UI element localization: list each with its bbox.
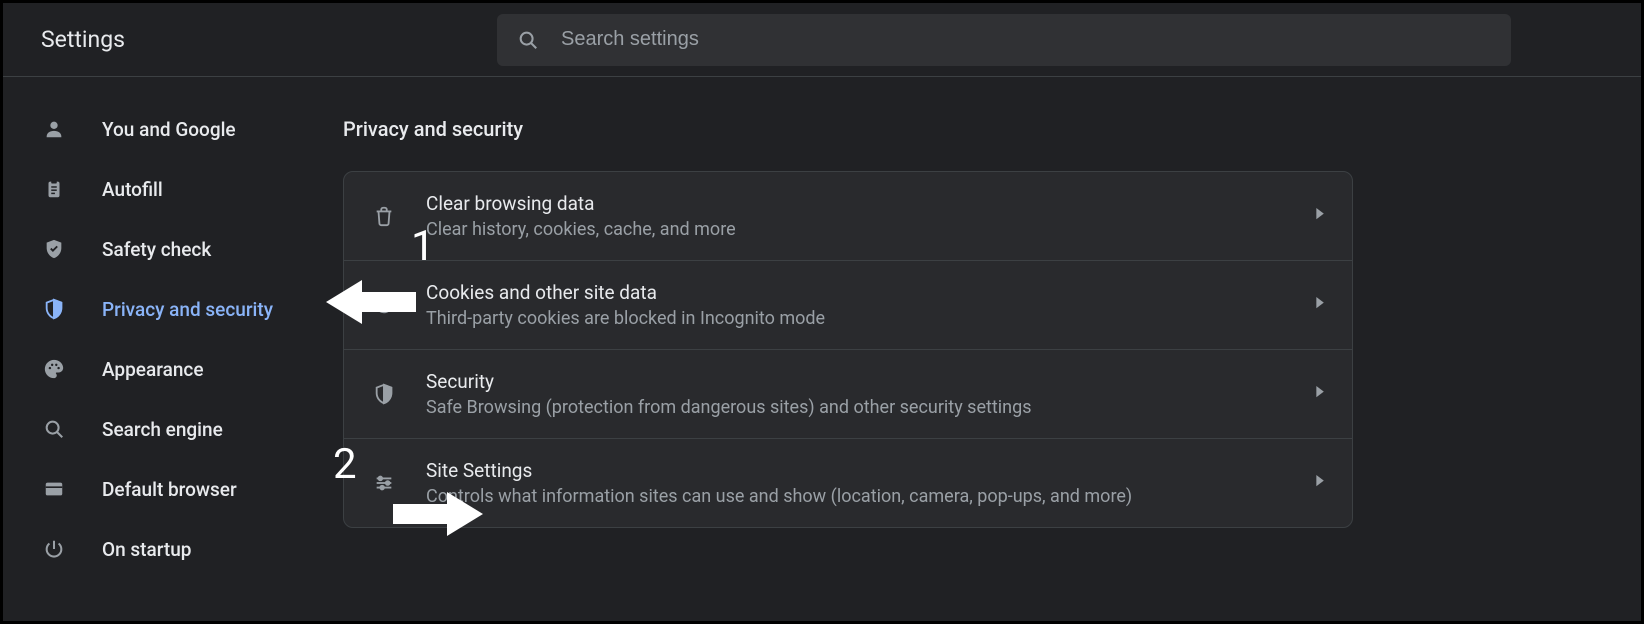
sidebar-item-label: Privacy and security bbox=[102, 298, 273, 321]
sidebar-item-label: Appearance bbox=[102, 358, 204, 381]
search-icon bbox=[42, 417, 66, 441]
person-icon bbox=[42, 117, 66, 141]
sidebar-item-label: Default browser bbox=[102, 478, 237, 501]
row-sub: Clear history, cookies, cache, and more bbox=[426, 219, 1316, 240]
sidebar-item-label: You and Google bbox=[102, 118, 236, 141]
sidebar-item-search-engine[interactable]: Search engine bbox=[3, 399, 343, 459]
chevron-right-icon bbox=[1316, 296, 1326, 315]
chevron-right-icon bbox=[1316, 474, 1326, 493]
sidebar-item-label: Search engine bbox=[102, 418, 223, 441]
sidebar-item-appearance[interactable]: Appearance bbox=[3, 339, 343, 399]
chevron-right-icon bbox=[1316, 207, 1326, 226]
row-site-settings[interactable]: Site Settings Controls what information … bbox=[344, 439, 1352, 527]
sidebar-item-label: On startup bbox=[102, 538, 192, 561]
section-title: Privacy and security bbox=[343, 117, 1641, 141]
browser-icon bbox=[42, 477, 66, 501]
chevron-right-icon bbox=[1316, 385, 1326, 404]
clipboard-icon bbox=[42, 177, 66, 201]
row-clear-browsing-data[interactable]: Clear browsing data Clear history, cooki… bbox=[344, 172, 1352, 261]
header: Settings bbox=[3, 3, 1641, 77]
main-content: Privacy and security Clear browsing data… bbox=[343, 77, 1641, 621]
row-title: Site Settings bbox=[426, 459, 1316, 482]
sidebar-item-default-browser[interactable]: Default browser bbox=[3, 459, 343, 519]
cookie-icon bbox=[370, 294, 398, 316]
sidebar-item-autofill[interactable]: Autofill bbox=[3, 159, 343, 219]
row-sub: Safe Browsing (protection from dangerous… bbox=[426, 397, 1316, 418]
sidebar: You and Google Autofill Safety check Pri… bbox=[3, 77, 343, 621]
shield-icon bbox=[42, 297, 66, 321]
row-title: Clear browsing data bbox=[426, 192, 1316, 215]
trash-icon bbox=[370, 205, 398, 227]
search-box[interactable] bbox=[497, 14, 1511, 66]
row-sub: Controls what information sites can use … bbox=[426, 486, 1316, 507]
settings-card: Clear browsing data Clear history, cooki… bbox=[343, 171, 1353, 528]
row-cookies[interactable]: Cookies and other site data Third-party … bbox=[344, 261, 1352, 350]
search-input[interactable] bbox=[539, 28, 1511, 51]
row-title: Security bbox=[426, 370, 1316, 393]
row-security[interactable]: Security Safe Browsing (protection from … bbox=[344, 350, 1352, 439]
row-title: Cookies and other site data bbox=[426, 281, 1316, 304]
tune-icon bbox=[370, 472, 398, 494]
search-icon bbox=[517, 29, 539, 51]
shield-check-icon bbox=[42, 237, 66, 261]
sidebar-item-label: Safety check bbox=[102, 238, 211, 261]
sidebar-item-privacy-security[interactable]: Privacy and security bbox=[3, 279, 343, 339]
sidebar-item-on-startup[interactable]: On startup bbox=[3, 519, 343, 579]
palette-icon bbox=[42, 357, 66, 381]
power-icon bbox=[42, 537, 66, 561]
row-sub: Third-party cookies are blocked in Incog… bbox=[426, 308, 1316, 329]
sidebar-item-you-and-google[interactable]: You and Google bbox=[3, 99, 343, 159]
sidebar-item-label: Autofill bbox=[102, 178, 163, 201]
page-title: Settings bbox=[3, 26, 497, 53]
shield-outline-icon bbox=[370, 383, 398, 405]
sidebar-item-safety-check[interactable]: Safety check bbox=[3, 219, 343, 279]
